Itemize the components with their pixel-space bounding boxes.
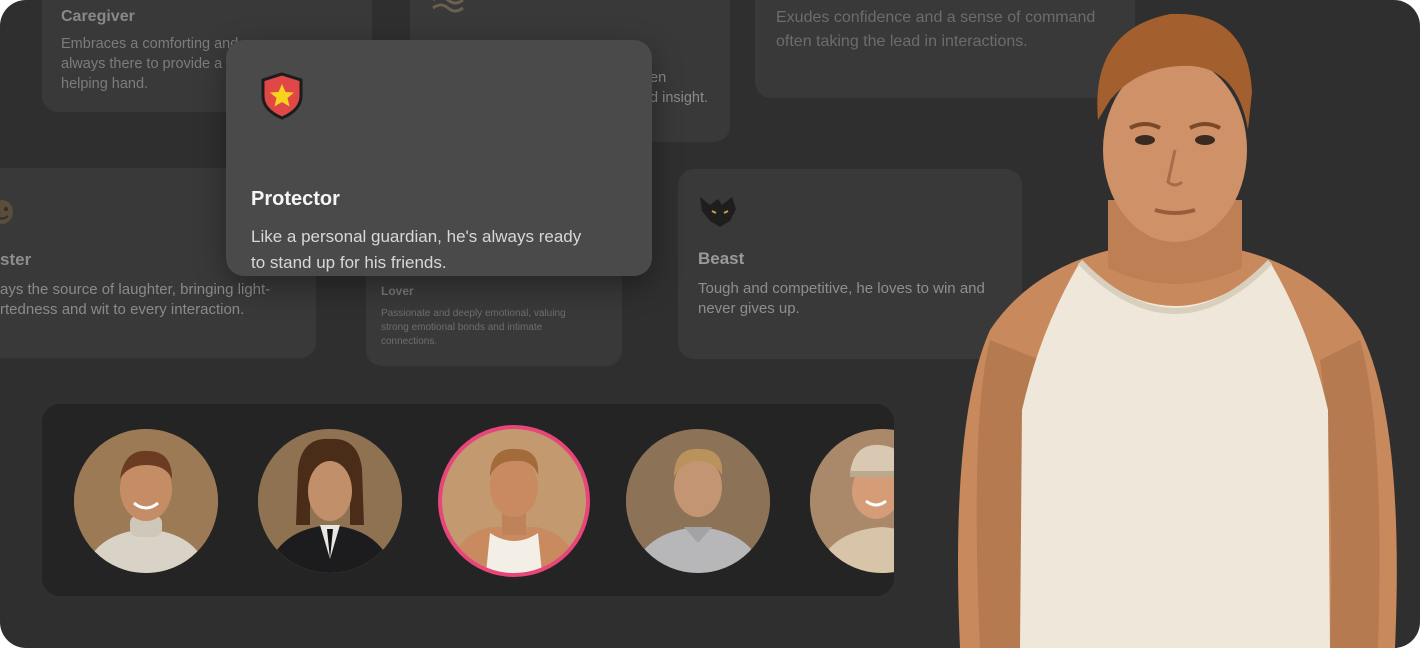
jester-mask-icon bbox=[0, 196, 18, 233]
hero-portrait bbox=[930, 0, 1420, 648]
card-protector-title: Protector bbox=[251, 188, 340, 210]
wolf-icon bbox=[698, 191, 742, 236]
avatar-polo[interactable] bbox=[626, 429, 770, 573]
card-protector[interactable]: Protector Like a personal guardian, he's… bbox=[226, 40, 652, 276]
shield-star-icon bbox=[260, 72, 304, 125]
card-beast-title: Beast bbox=[698, 249, 745, 268]
card-lover-desc: Passionate and deeply emotional, valuing… bbox=[381, 308, 566, 347]
card-caregiver-title: Caregiver bbox=[61, 8, 135, 25]
card-protector-desc: Like a personal guardian, he's always re… bbox=[251, 227, 582, 272]
avatar-tank-top[interactable] bbox=[442, 429, 586, 573]
card-jester-desc: ays the source of laughter, bringing lig… bbox=[0, 281, 271, 318]
avatar-turtleneck[interactable] bbox=[74, 429, 218, 573]
card-jester-title: ster bbox=[0, 250, 32, 269]
knot-icon bbox=[430, 0, 466, 21]
avatar-suit[interactable] bbox=[258, 429, 402, 573]
card-lover-title: Lover bbox=[381, 284, 414, 298]
avatar-cap[interactable] bbox=[810, 429, 894, 573]
card-top-center-desc-1: en bbox=[650, 70, 667, 86]
avatar-selector bbox=[42, 404, 894, 596]
personality-showcase: Caregiver Embraces a comforting and alwa… bbox=[0, 0, 1420, 648]
card-top-center-desc-2: d insight. bbox=[650, 90, 709, 106]
